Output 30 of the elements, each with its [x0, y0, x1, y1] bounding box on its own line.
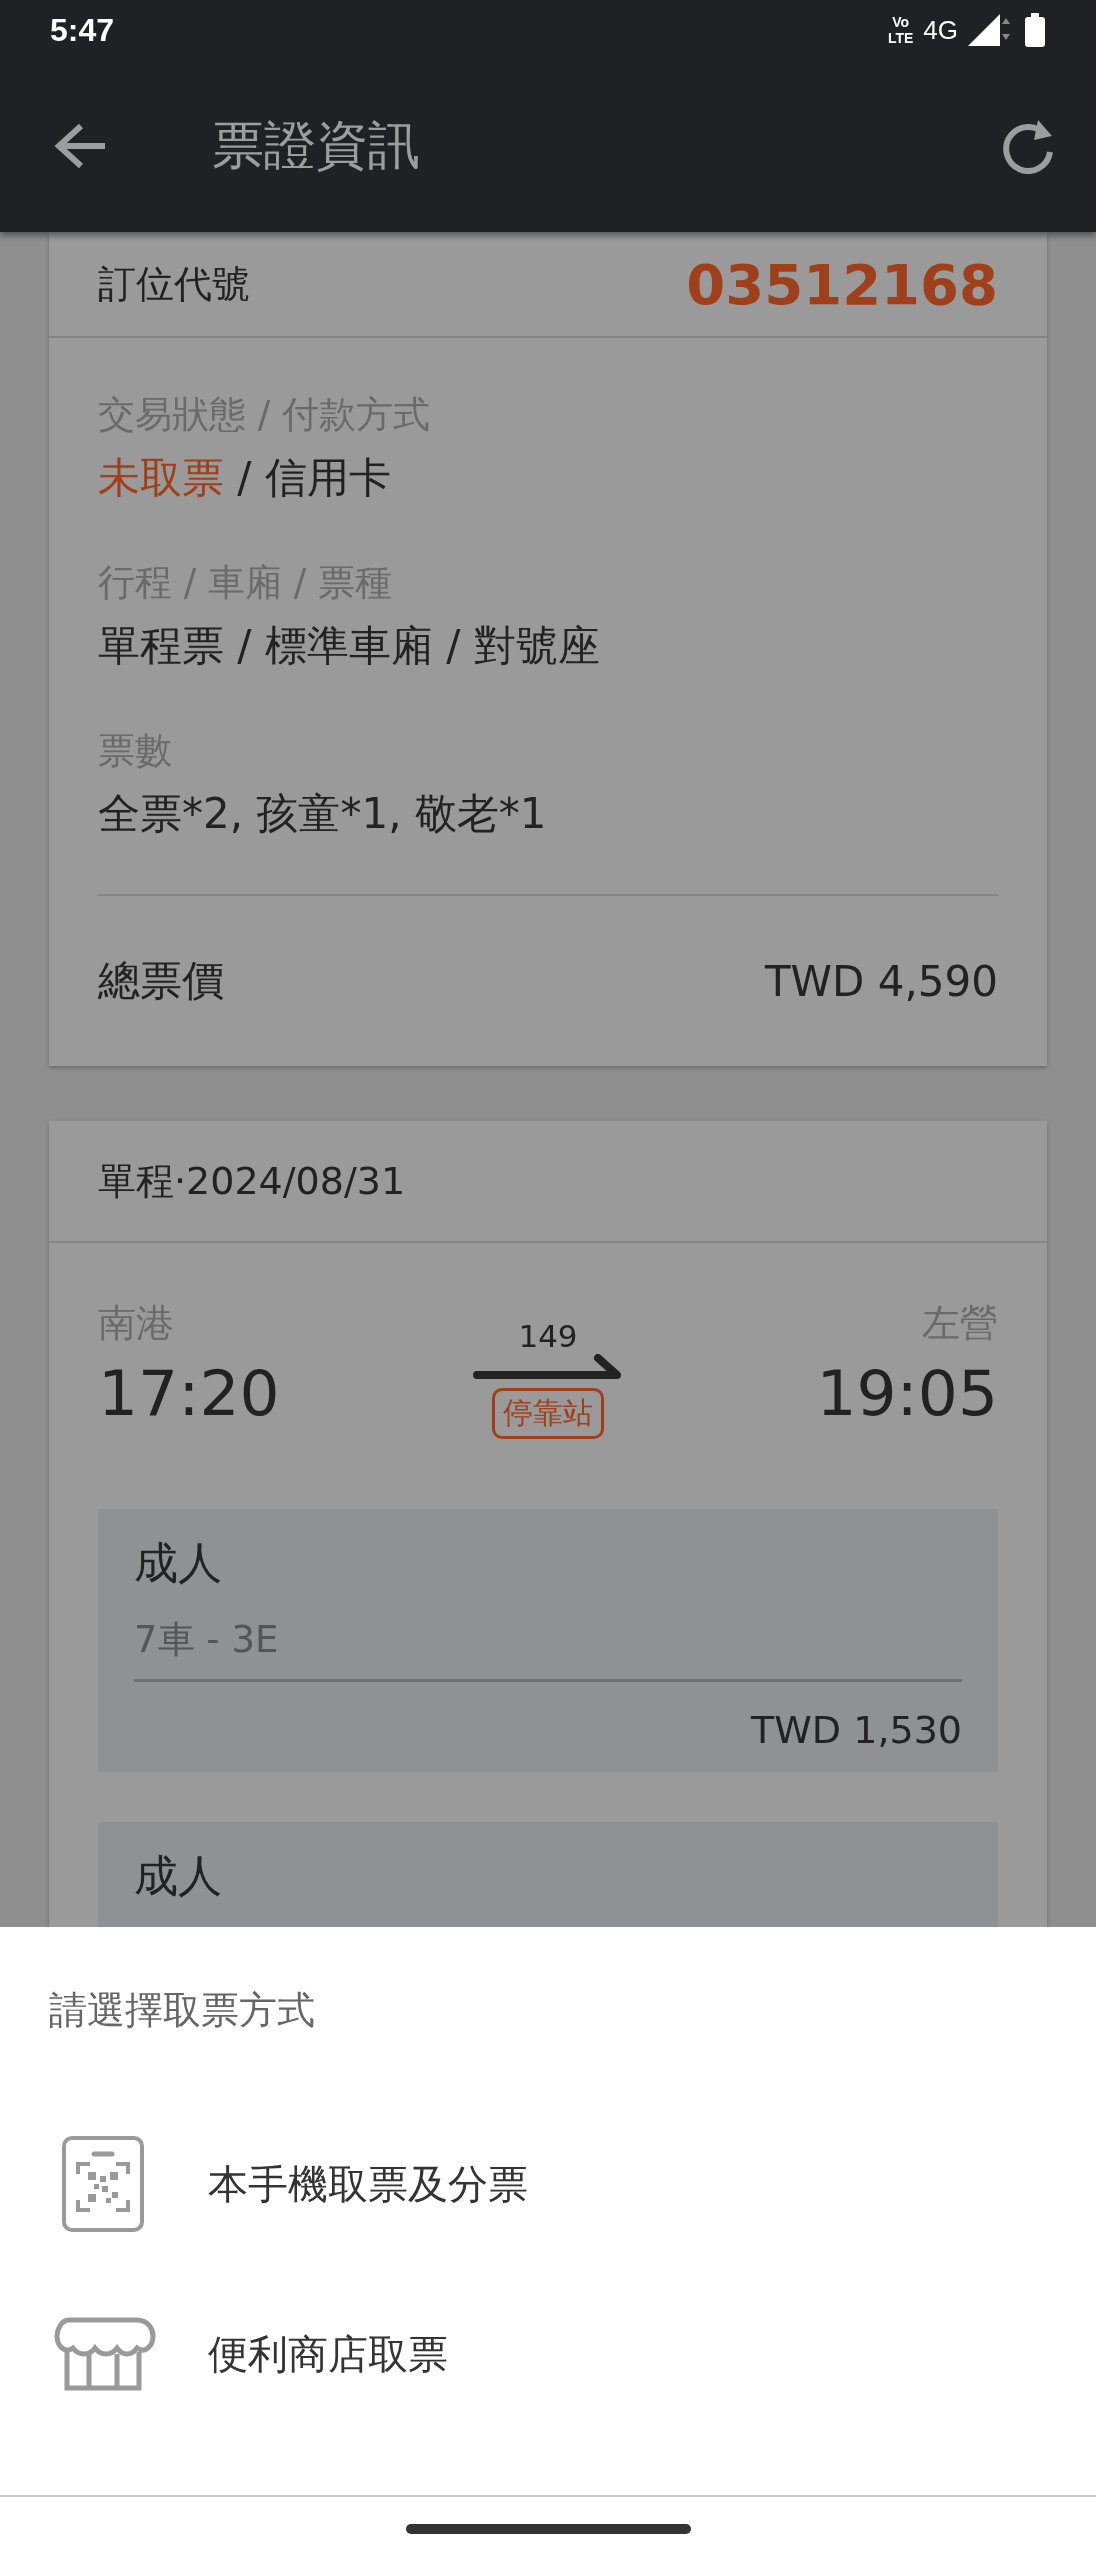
passenger-type: 成人 [134, 1849, 223, 1903]
ticket-price: TWD 1,530 [750, 1708, 962, 1752]
seat-number: 7車 - 3E [134, 1615, 962, 1682]
arrival-time: 19:05 [816, 1357, 998, 1430]
booking-code: 03512168 [686, 251, 998, 317]
field-value: 全票*2, 孩童*1, 敬老*1 [98, 788, 548, 840]
departure-time: 17:20 [98, 1357, 280, 1430]
back-button[interactable] [55, 123, 107, 169]
booking-code-label: 訂位代號 [98, 260, 250, 308]
total-label: 總票價 [98, 955, 224, 1007]
volte-indicator: Vo LTE [887, 14, 914, 46]
field-value: 未取票 / 信用卡 [98, 452, 392, 504]
qr-phone-icon [62, 2136, 144, 2232]
total-price: TWD 4,590 [764, 956, 998, 1006]
refresh-icon [1002, 118, 1056, 174]
field-value: 單程票 / 標準車廂 / 對號座 [98, 620, 601, 672]
back-arrow-icon [55, 123, 107, 169]
page-title: 票證資訊 [212, 114, 421, 177]
home-indicator[interactable] [405, 2523, 691, 2534]
network-type: 4G [923, 14, 958, 46]
pickup-option[interactable]: 便利商店取票 [0, 2269, 1096, 2439]
passenger-type: 成人 [134, 1536, 223, 1590]
sheet-title: 請選擇取票方式 [48, 1987, 316, 2034]
stop-type-tag: 停靠站 [492, 1388, 604, 1439]
trip-date: 單程·2024/08/31 [49, 1121, 1047, 1243]
pickup-option[interactable]: 本手機取票及分票 [0, 2099, 1096, 2269]
status-time: 5:47 [50, 11, 116, 49]
battery-icon [1024, 13, 1046, 47]
refresh-button[interactable] [1002, 118, 1056, 174]
train-number: 149 [518, 1318, 578, 1354]
